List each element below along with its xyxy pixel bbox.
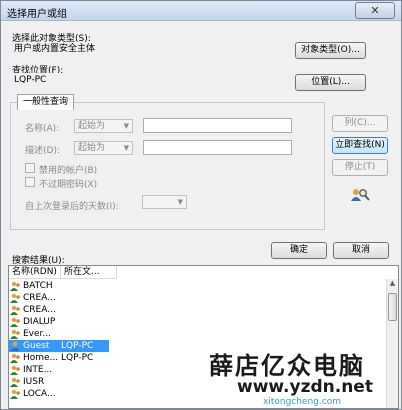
name-operator-select[interactable]: 起始为 ▼ bbox=[74, 119, 133, 133]
name-operator-value: 起始为 bbox=[78, 121, 106, 131]
user-group-icon bbox=[10, 317, 20, 327]
object-types-button[interactable]: 对象类型(O)... bbox=[295, 42, 366, 59]
non-expiring-password-checkbox[interactable] bbox=[25, 177, 35, 187]
column-header-name[interactable]: 名称(RDN) bbox=[9, 266, 61, 279]
stop-button[interactable]: 停止(T) bbox=[332, 159, 388, 176]
ok-button[interactable]: 确定 bbox=[271, 242, 327, 259]
list-item[interactable]: BATCH bbox=[9, 280, 387, 292]
user-group-icon bbox=[10, 281, 20, 291]
title-bar: 选择用户或组 ✕ bbox=[1, 1, 401, 21]
user-group-icon bbox=[10, 293, 20, 303]
cancel-button[interactable]: 取消 bbox=[333, 242, 389, 259]
disabled-accounts-checkbox[interactable] bbox=[25, 163, 35, 173]
name-input[interactable] bbox=[143, 118, 292, 133]
disabled-accounts-label: 禁用的帐户(B) bbox=[39, 166, 98, 176]
days-since-logon-select[interactable]: ▼ bbox=[142, 195, 187, 209]
watermark-url: www.yzdn.net bbox=[237, 377, 373, 397]
locations-button[interactable]: 位置(L)... bbox=[295, 74, 366, 91]
find-now-button[interactable]: 立即查找(N) bbox=[332, 137, 388, 154]
user-group-icon bbox=[10, 305, 20, 315]
user-group-icon bbox=[10, 329, 20, 339]
scroll-up-icon[interactable]: ▲ bbox=[387, 279, 398, 291]
tab-common-queries[interactable]: 一般性查询 bbox=[17, 94, 75, 110]
chevron-down-icon: ▼ bbox=[123, 122, 129, 130]
list-item[interactable]: Ever... bbox=[9, 328, 387, 340]
list-item[interactable]: CREA... bbox=[9, 292, 387, 304]
search-users-icon bbox=[351, 189, 370, 201]
results-scrollbar[interactable]: ▲ bbox=[386, 279, 398, 408]
scrollbar-thumb[interactable] bbox=[388, 293, 397, 321]
user-group-icon bbox=[10, 353, 20, 363]
watermark-title: 薛店亿众电脑 bbox=[209, 351, 365, 380]
chevron-down-icon: ▼ bbox=[123, 144, 129, 152]
description-operator-value: 起始为 bbox=[78, 143, 106, 153]
location-value: LQP-PC bbox=[12, 73, 292, 87]
close-icon: ✕ bbox=[370, 4, 380, 17]
user-icon bbox=[10, 341, 20, 351]
description-operator-select[interactable]: 起始为 ▼ bbox=[74, 141, 133, 155]
column-header-folder[interactable]: 所在文... bbox=[61, 266, 117, 279]
user-group-icon bbox=[10, 389, 20, 399]
list-item[interactable]: DIALUP bbox=[9, 316, 387, 328]
chevron-down-icon: ▼ bbox=[177, 198, 183, 206]
watermark-subtitle: xitongcheng.com bbox=[263, 397, 341, 407]
columns-button[interactable]: 列(C)... bbox=[332, 115, 388, 132]
list-item[interactable]: CREA... bbox=[9, 304, 387, 316]
close-button[interactable]: ✕ bbox=[355, 2, 395, 19]
days-since-logon-label: 自上次登录后的天数(I): bbox=[25, 202, 119, 212]
description-label: 描述(D): bbox=[25, 146, 60, 156]
user-group-icon bbox=[10, 377, 20, 387]
select-users-dialog: 选择用户或组 ✕ 选择此对象类型(S): 用户或内置安全主体 对象类型(O)..… bbox=[0, 0, 402, 410]
name-label: 名称(A): bbox=[25, 124, 60, 134]
user-group-icon bbox=[10, 365, 20, 375]
object-type-value: 用户或内置安全主体 bbox=[12, 42, 292, 56]
non-expiring-password-label: 不过期密码(X) bbox=[39, 180, 98, 190]
window-title: 选择用户或组 bbox=[7, 9, 67, 20]
description-input[interactable] bbox=[143, 140, 292, 155]
